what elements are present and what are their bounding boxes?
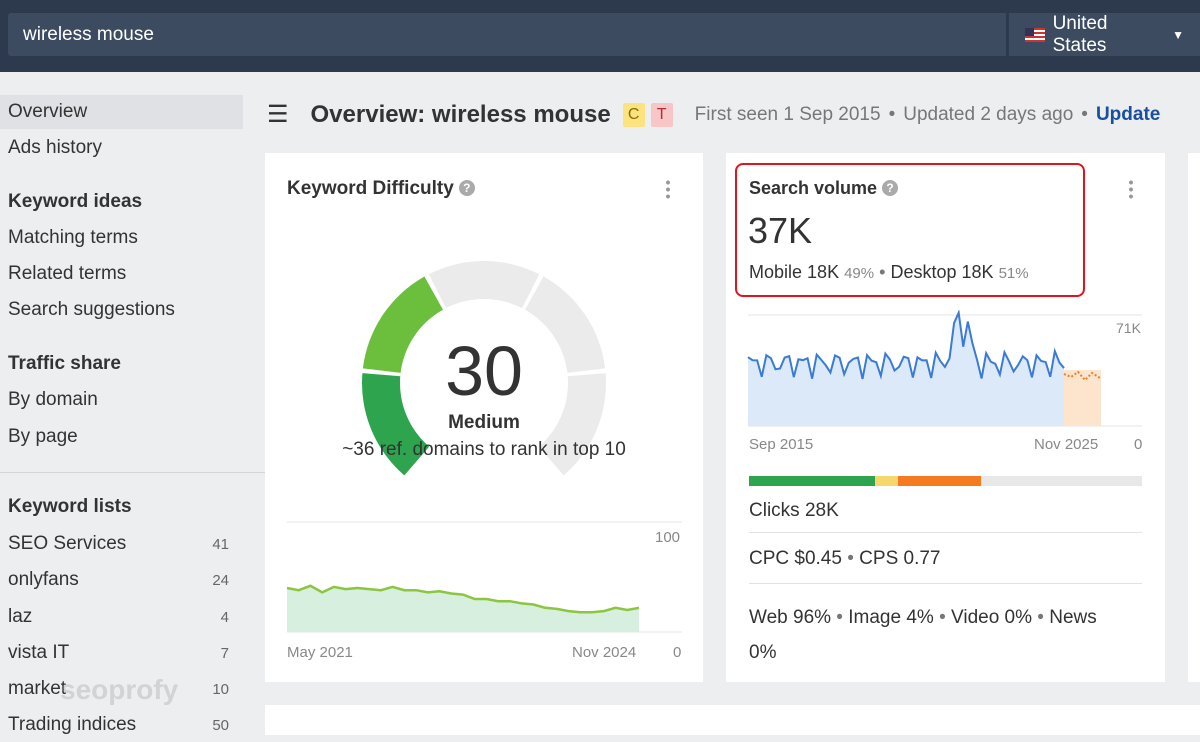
sidebar-item-ads-history[interactable]: Ads history bbox=[0, 131, 243, 165]
divider bbox=[749, 532, 1142, 533]
caret-down-icon: ▼ bbox=[1172, 27, 1184, 42]
sidebar-item-by-domain[interactable]: By domain bbox=[0, 383, 243, 417]
kd-ymin: 0 bbox=[673, 644, 682, 661]
intent-badge-transactional: T bbox=[650, 102, 673, 127]
sv-title: Search volume? bbox=[749, 178, 899, 199]
keyword-list-item[interactable]: vista IT 7 bbox=[0, 636, 243, 670]
clicks-bar-segment bbox=[749, 476, 875, 486]
kd-ymax: 100 bbox=[655, 529, 681, 546]
top-bar: wireless mouse United States ▼ bbox=[0, 0, 1200, 72]
clicks-bar-segment bbox=[874, 476, 899, 486]
kd-subtitle: ~36 ref. domains to rank in top 10 bbox=[342, 439, 626, 460]
sv-device-split: Mobile 18K 49% • Desktop 18K 51% bbox=[749, 262, 1029, 282]
sv-forecast-area bbox=[1064, 370, 1101, 426]
list-count: 7 bbox=[220, 645, 229, 662]
sidebar-item-by-page[interactable]: By page bbox=[0, 420, 243, 454]
sidebar-item-overview[interactable]: Overview bbox=[0, 95, 243, 129]
sidebar-heading-traffic-share: Traffic share bbox=[8, 353, 121, 374]
kd-level: Medium bbox=[448, 412, 520, 433]
sv-x-end: Nov 2025 bbox=[1034, 436, 1099, 453]
sidebar-heading-keyword-ideas: Keyword ideas bbox=[8, 191, 143, 212]
list-name: market bbox=[8, 678, 67, 699]
sv-x-start: Sep 2015 bbox=[749, 436, 814, 453]
kd-x-start: May 2021 bbox=[287, 644, 353, 661]
sv-trend-chart bbox=[747, 310, 1142, 427]
watermark-logo: seoprofy bbox=[60, 674, 179, 705]
kd-x-end: Nov 2024 bbox=[572, 644, 637, 661]
sidebar: Overview Ads history Keyword ideas Match… bbox=[0, 72, 265, 735]
cpc-cps: CPC $0.45 • CPS 0.77 bbox=[749, 548, 941, 569]
page-title: Overview: wireless mouse bbox=[310, 100, 611, 128]
list-count: 10 bbox=[212, 681, 229, 698]
bottom-card bbox=[265, 705, 1200, 735]
sv-ymin: 0 bbox=[1134, 436, 1143, 453]
menu-icon[interactable]: ☰ bbox=[267, 100, 289, 129]
keyword-search-input[interactable]: wireless mouse bbox=[8, 13, 1006, 56]
help-icon[interactable]: ? bbox=[882, 180, 899, 196]
intent-badge-commercial: C bbox=[622, 102, 645, 127]
country-select[interactable]: United States ▼ bbox=[1009, 13, 1200, 56]
kd-trend-area bbox=[287, 585, 639, 632]
more-options-icon[interactable] bbox=[1129, 179, 1133, 199]
sidebar-item-matching-terms[interactable]: Matching terms bbox=[0, 221, 243, 255]
next-card bbox=[1188, 153, 1200, 682]
list-name: laz bbox=[8, 606, 33, 627]
keyword-difficulty-card: Keyword Difficulty? 30 Medium ~36 ref. d… bbox=[265, 153, 703, 682]
sidebar-item-search-suggestions[interactable]: Search suggestions bbox=[0, 293, 243, 327]
kd-score: 30 bbox=[445, 332, 523, 410]
clicks-bar-segment bbox=[898, 476, 981, 486]
list-name: vista IT bbox=[8, 642, 70, 663]
sidebar-heading-keyword-lists: Keyword lists bbox=[8, 496, 132, 517]
kd-trend-chart bbox=[286, 521, 682, 633]
country-label: United States bbox=[1052, 12, 1108, 56]
list-name: Trading indices bbox=[8, 714, 137, 735]
sv-value: 37K bbox=[748, 210, 813, 251]
list-count: 50 bbox=[212, 717, 229, 734]
keyword-list-item[interactable]: Trading indices 50 bbox=[0, 708, 243, 742]
sv-ymax: 71K bbox=[1116, 320, 1141, 336]
clicks: Clicks 28K bbox=[749, 500, 839, 521]
keyword-list-item[interactable]: laz 4 bbox=[0, 600, 243, 634]
clicks-distribution-bar bbox=[749, 476, 1142, 486]
separator: • bbox=[1081, 103, 1088, 125]
clicks-bar-segment bbox=[980, 476, 1142, 486]
gauge-segment bbox=[428, 261, 540, 309]
list-name: onlyfans bbox=[8, 569, 79, 590]
list-count: 4 bbox=[220, 609, 229, 626]
sidebar-divider bbox=[0, 472, 265, 473]
list-name: SEO Services bbox=[8, 533, 127, 554]
divider bbox=[749, 583, 1142, 584]
separator: • bbox=[888, 103, 896, 125]
list-count: 41 bbox=[212, 536, 229, 553]
keyword-list-item[interactable]: SEO Services 41 bbox=[0, 527, 243, 561]
us-flag-icon bbox=[1025, 27, 1045, 42]
serp-features: Web 96% • Image 4% • Video 0% • News 0% bbox=[749, 607, 1097, 663]
keyword-list-item[interactable]: onlyfans 24 bbox=[0, 563, 243, 597]
page-header: ☰ Overview: wireless mouse C T First see… bbox=[267, 100, 1160, 129]
updated: Updated 2 days ago bbox=[903, 103, 1074, 125]
sidebar-item-related-terms[interactable]: Related terms bbox=[0, 257, 243, 291]
update-link[interactable]: Update bbox=[1096, 104, 1160, 126]
list-count: 24 bbox=[212, 572, 229, 589]
first-seen: First seen 1 Sep 2015 bbox=[694, 103, 881, 125]
